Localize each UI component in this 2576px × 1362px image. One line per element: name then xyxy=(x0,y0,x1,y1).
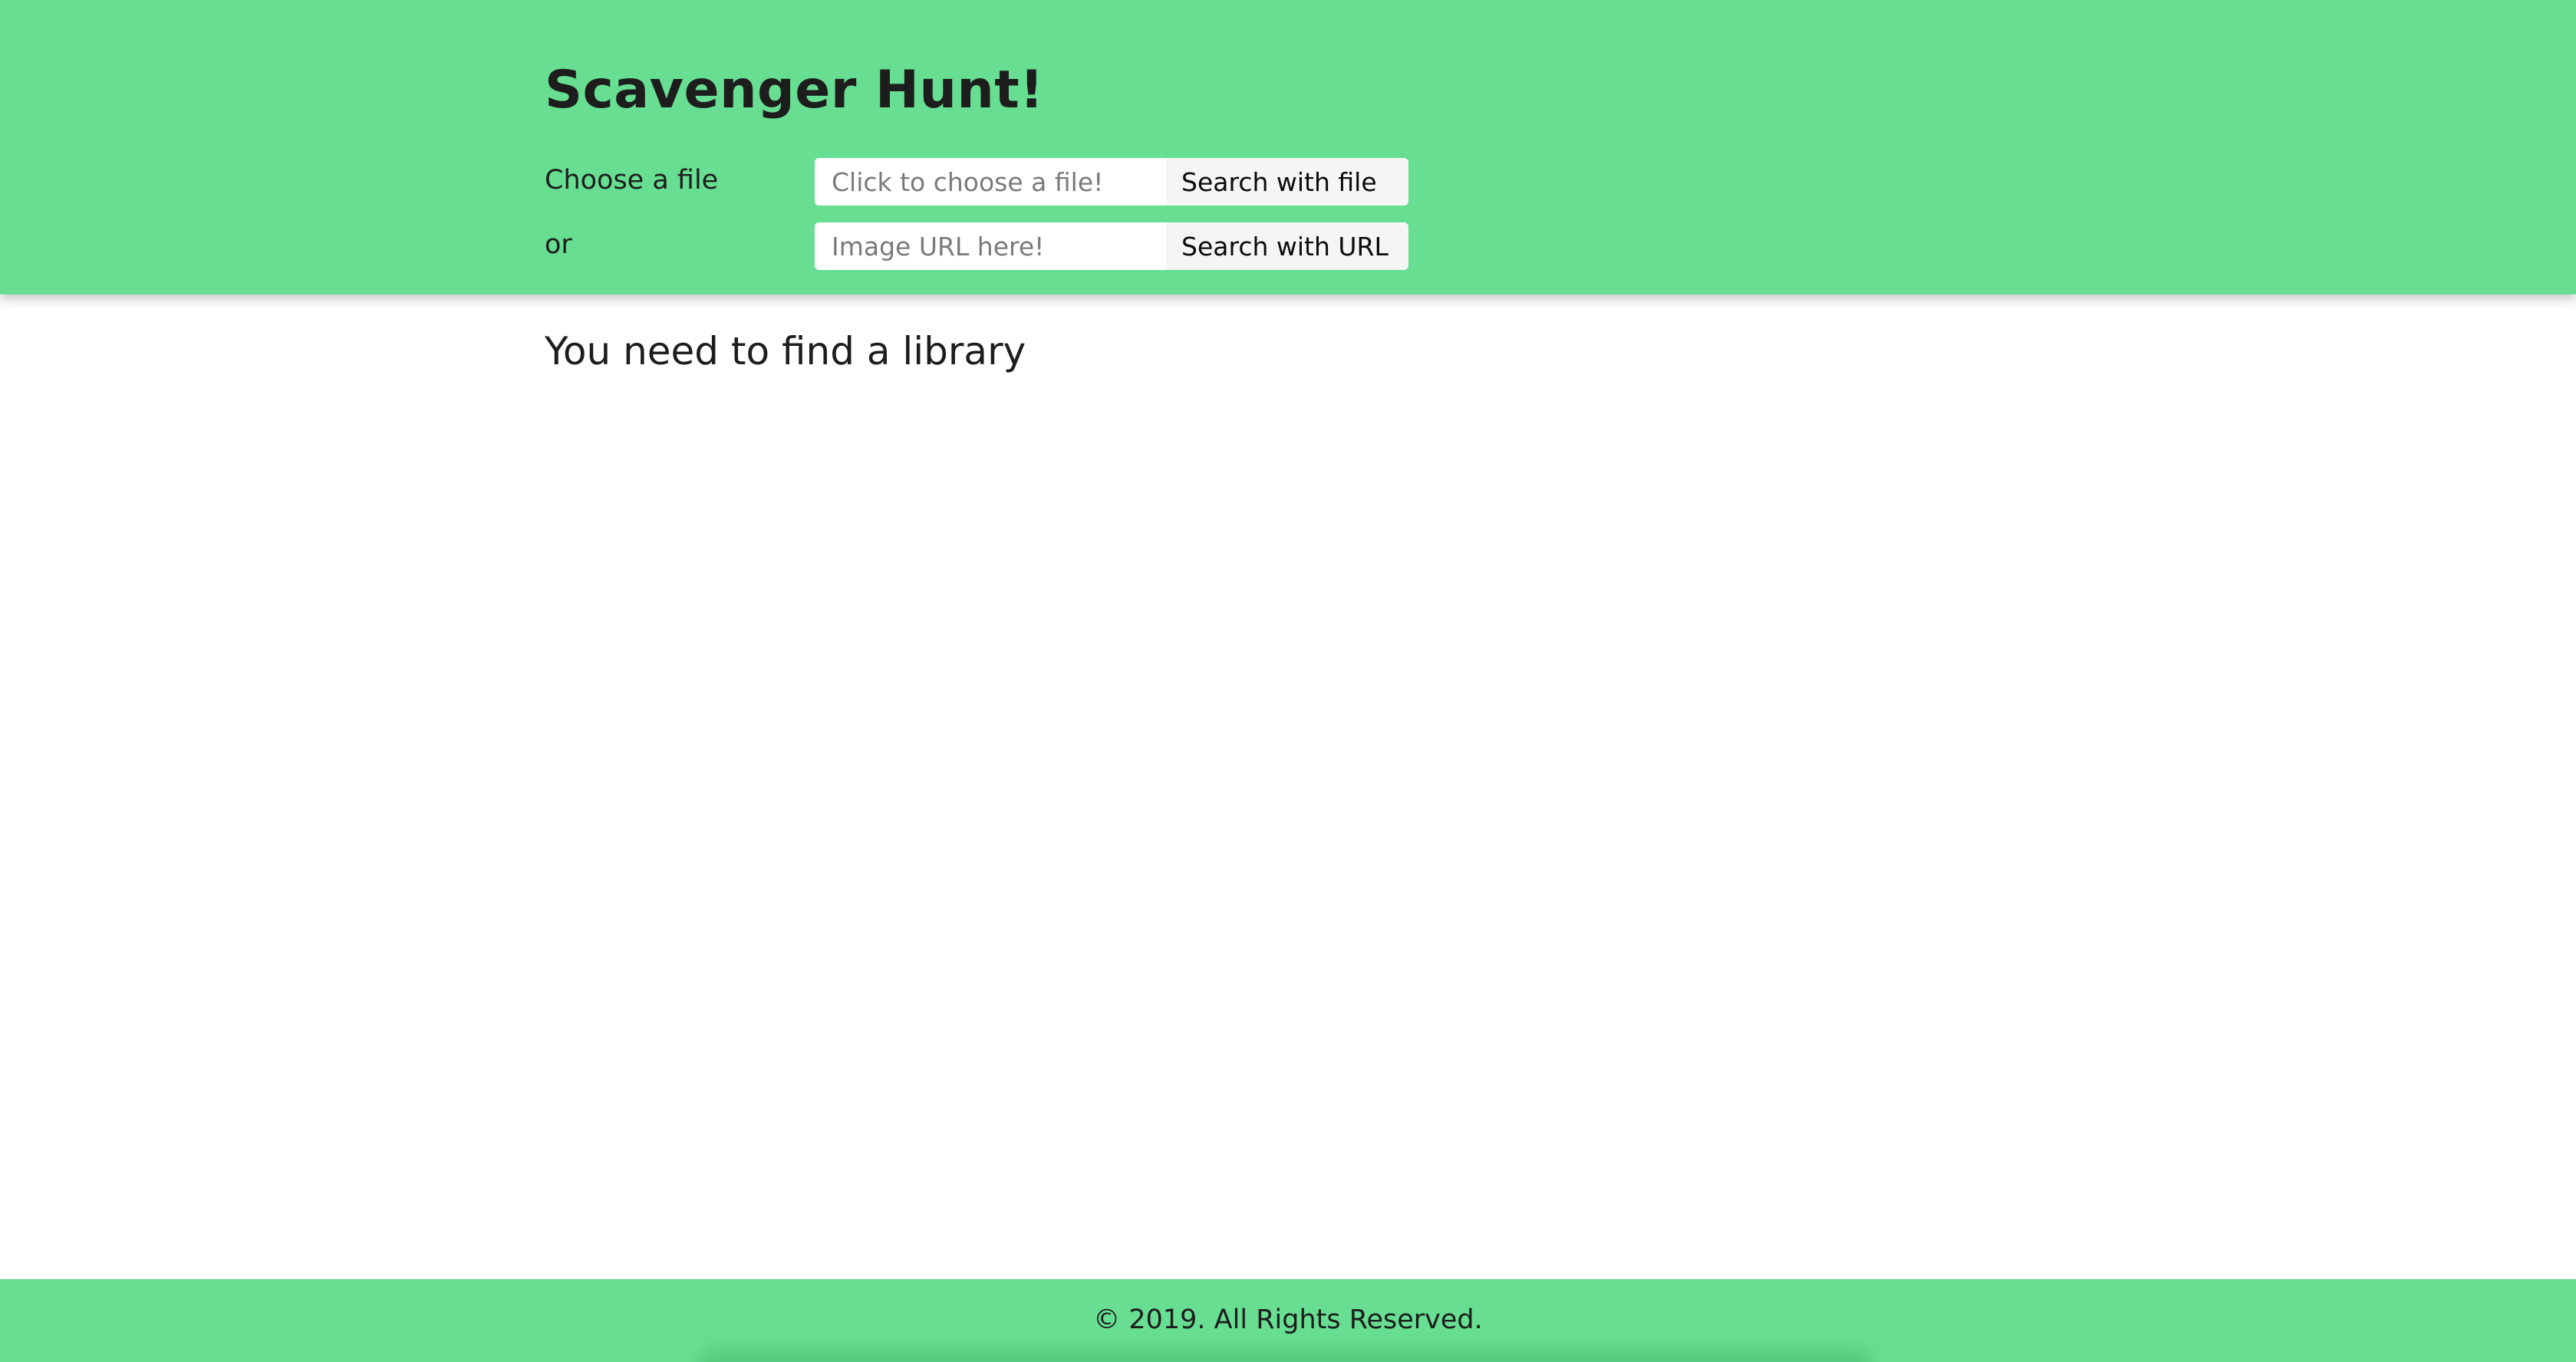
hunt-prompt: You need to find a library xyxy=(545,329,1026,373)
choose-file-label: Choose a file xyxy=(545,165,719,196)
url-search-group: Search with URL xyxy=(815,222,1408,270)
page-footer: © 2019. All Rights Reserved. xyxy=(0,1279,2576,1362)
search-with-url-button[interactable]: Search with URL xyxy=(1166,222,1408,270)
or-label: or xyxy=(545,229,572,260)
page-header: Scavenger Hunt! Choose a file Search wit… xyxy=(0,0,2576,294)
file-chooser-input[interactable] xyxy=(815,158,1166,206)
page-title: Scavenger Hunt! xyxy=(545,60,1044,120)
image-url-input[interactable] xyxy=(815,222,1166,270)
search-with-file-button[interactable]: Search with file xyxy=(1166,158,1408,206)
copyright-text: © 2019. All Rights Reserved. xyxy=(1093,1304,1483,1335)
file-search-group: Search with file xyxy=(815,158,1408,206)
footer-shadow-decoration xyxy=(698,1350,1872,1362)
